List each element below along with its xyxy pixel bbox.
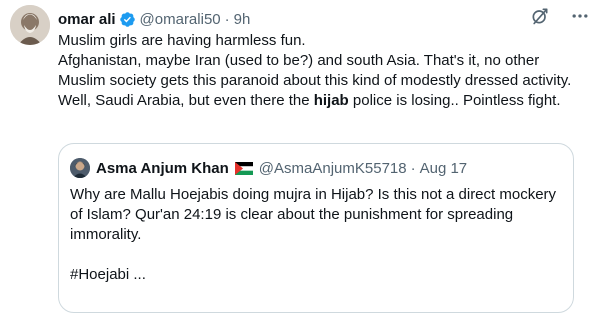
grok-icon[interactable] — [530, 6, 550, 26]
verified-badge-icon[interactable] — [119, 11, 136, 28]
author-avatar[interactable] — [10, 5, 50, 45]
quoted-tweet-date: Aug 17 — [419, 159, 468, 177]
more-icon[interactable] — [570, 6, 590, 26]
palestine-flag-icon — [234, 161, 253, 175]
quoted-tweet-hashtag: #Hoejabi ... — [70, 266, 146, 283]
quoted-tweet-text: Why are Mallu Hoejabis doing mujra in Hi… — [70, 185, 560, 285]
quoted-avatar-image — [70, 158, 90, 178]
quoted-tweet-header: Asma Anjum Khan @AsmaAnjumK55718 · Aug 1… — [70, 158, 565, 178]
header-separator: · — [224, 10, 230, 28]
tweet-text: Muslim girls are having harmless fun. Af… — [58, 31, 588, 111]
tweet-text-bold-word: hijab — [313, 92, 349, 109]
tweet-actions — [530, 6, 590, 26]
author-name[interactable]: omar ali — [58, 11, 116, 28]
quoted-header-separator: · — [410, 159, 416, 177]
quoted-author-avatar — [70, 158, 90, 178]
avatar-image — [10, 5, 50, 45]
quoted-author-name: Asma Anjum Khan — [96, 159, 229, 177]
author-handle[interactable]: @omarali50 — [140, 11, 221, 28]
tweet-text-para2: Afghanistan, maybe Iran (used to be?) an… — [58, 51, 588, 111]
tweet-text-para2-after: police is losing.. Pointless fight. — [348, 92, 561, 109]
quoted-tweet[interactable]: Asma Anjum Khan @AsmaAnjumK55718 · Aug 1… — [58, 143, 574, 313]
tweet-text-line1: Muslim girls are having harmless fun. — [58, 32, 306, 49]
tweet-header: omar ali @omarali50 · 9h — [58, 8, 590, 30]
quoted-author-handle: @AsmaAnjumK55718 — [258, 159, 407, 177]
tweet-time[interactable]: 9h — [234, 11, 251, 28]
tweet[interactable]: omar ali @omarali50 · 9h Muslim girls ar… — [0, 0, 600, 313]
quoted-tweet-body: Why are Mallu Hoejabis doing mujra in Hi… — [70, 186, 557, 243]
